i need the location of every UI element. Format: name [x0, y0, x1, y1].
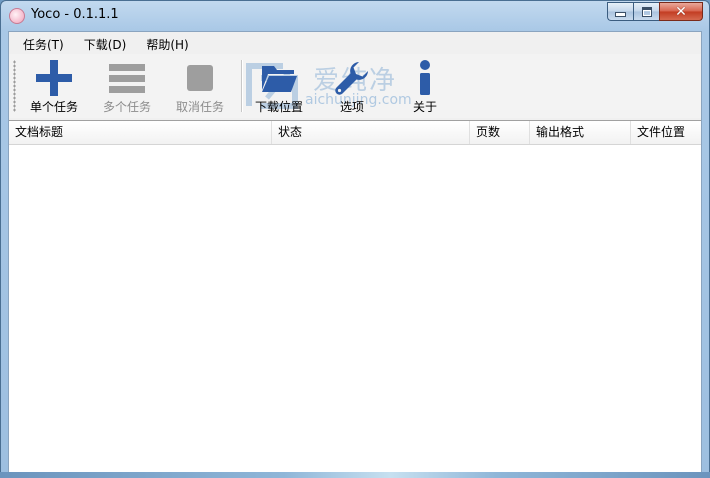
menu-bar: 任务(T) 下载(D) 帮助(H)	[9, 32, 701, 54]
app-icon[interactable]	[9, 8, 25, 24]
window-controls: ✕	[607, 2, 703, 22]
maximize-icon	[641, 6, 652, 17]
menu-download[interactable]: 下载(D)	[77, 32, 134, 54]
stop-icon	[180, 60, 220, 96]
desktop-strip	[0, 472, 710, 478]
folder-open-icon	[259, 60, 299, 96]
download-location-label: 下载位置	[254, 100, 303, 114]
column-document-title[interactable]: 文档标题	[9, 121, 271, 144]
maximize-button[interactable]	[633, 2, 659, 21]
toolbar: 爱纯净 aichunjing.com 单个任务 多个任务 取消任务 下载位置 选…	[9, 54, 701, 118]
single-task-button[interactable]: 单个任务	[17, 58, 91, 116]
multi-task-button[interactable]: 多个任务	[90, 58, 164, 116]
column-output-format[interactable]: 输出格式	[529, 121, 630, 144]
column-file-location[interactable]: 文件位置	[630, 121, 701, 144]
list-header: 文档标题 状态 页数 输出格式 文件位置	[9, 121, 701, 145]
minimize-icon	[615, 12, 626, 17]
wrench-icon	[332, 60, 372, 96]
multi-task-label: 多个任务	[102, 100, 151, 114]
close-button[interactable]: ✕	[659, 2, 703, 21]
app-window: Yoco - 0.1.1.1 ✕ 任务(T) 下载(D) 帮助(H) 爱纯净 a…	[0, 0, 710, 478]
list-icon	[107, 60, 147, 96]
toolbar-grip[interactable]	[13, 60, 16, 112]
about-label: 关于	[412, 100, 437, 114]
minimize-button[interactable]	[607, 2, 633, 21]
menu-task[interactable]: 任务(T)	[9, 32, 71, 54]
column-pages[interactable]: 页数	[469, 121, 529, 144]
options-label: 选项	[339, 100, 364, 114]
info-icon	[405, 60, 445, 96]
single-task-label: 单个任务	[29, 100, 78, 114]
menu-help[interactable]: 帮助(H)	[139, 32, 195, 54]
options-button[interactable]: 选项	[315, 58, 389, 116]
download-location-button[interactable]: 下载位置	[242, 58, 316, 116]
cancel-task-label: 取消任务	[175, 100, 224, 114]
task-list[interactable]: 文档标题 状态 页数 输出格式 文件位置	[9, 120, 701, 472]
plus-icon	[34, 60, 74, 96]
title-bar[interactable]: Yoco - 0.1.1.1 ✕	[1, 1, 709, 31]
window-title: Yoco - 0.1.1.1	[31, 7, 119, 22]
column-status[interactable]: 状态	[271, 121, 469, 144]
cancel-task-button[interactable]: 取消任务	[163, 58, 237, 116]
client-area: 任务(T) 下载(D) 帮助(H) 爱纯净 aichunjing.com 单个任…	[8, 31, 702, 472]
close-icon: ✕	[675, 3, 687, 20]
about-button[interactable]: 关于	[388, 58, 462, 116]
